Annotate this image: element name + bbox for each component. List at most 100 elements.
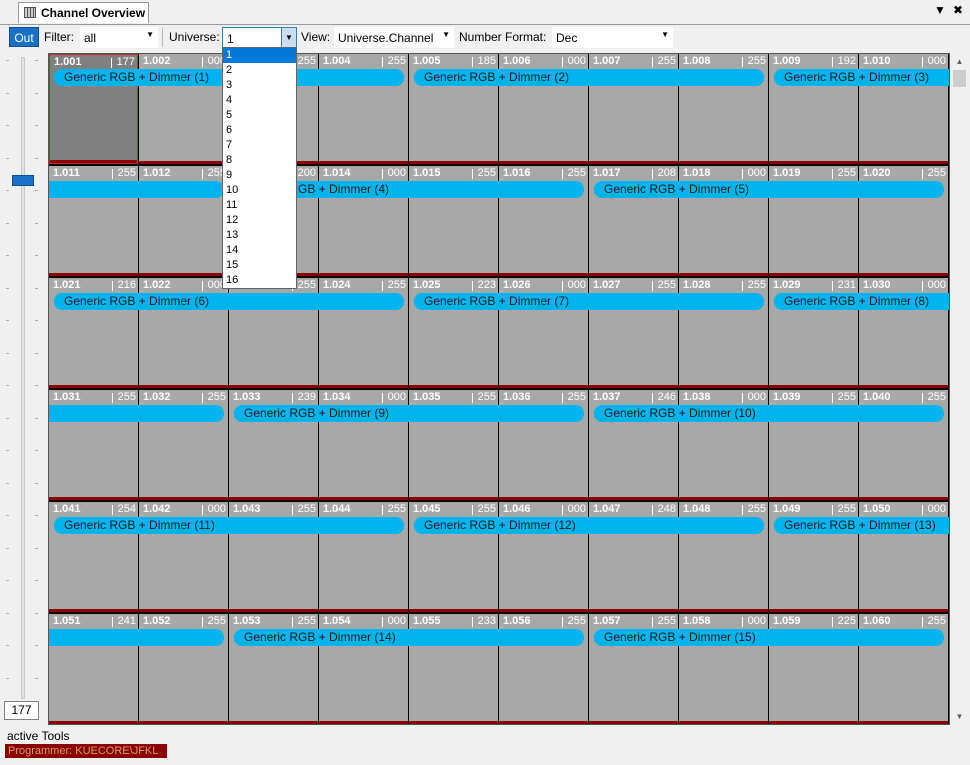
channel-header: 1.043 255 xyxy=(229,502,318,516)
channel-value-marker xyxy=(742,393,743,403)
channel-value-marker xyxy=(472,393,473,403)
channel-value: 241 xyxy=(117,615,136,627)
channel-value: 185 xyxy=(477,55,496,67)
fixture-bar[interactable]: Generic RGB + Dimmer (15) xyxy=(594,629,944,646)
channel-header: 1.004 255 xyxy=(319,54,408,68)
vertical-scrollbar[interactable]: ▲ ▼ xyxy=(951,53,968,725)
fixture-bar[interactable]: Generic RGB + Dimmer (3) xyxy=(774,69,949,86)
fader-tick xyxy=(6,385,9,386)
universe-option[interactable]: 13 xyxy=(223,228,296,243)
fader-tick xyxy=(6,320,9,321)
window-menu-chevron-icon[interactable]: ▼ xyxy=(933,3,947,19)
fader-tick xyxy=(35,255,38,256)
filter-label: Filter: xyxy=(44,30,74,44)
universe-option[interactable]: 8 xyxy=(223,153,296,168)
fixture-bar[interactable]: Generic RGB + Dimmer (6) xyxy=(54,293,404,310)
fixture-bar[interactable]: Generic RGB + Dimmer (7) xyxy=(414,293,764,310)
fixture-bar[interactable]: Generic RGB + Dimmer (12) xyxy=(414,517,764,534)
channel-header: 1.010 000 xyxy=(859,54,948,68)
channel-value-marker xyxy=(652,505,653,515)
fader-handle[interactable] xyxy=(12,174,34,186)
universe-select[interactable]: 1 ▼ xyxy=(222,27,297,48)
universe-option[interactable]: 2 xyxy=(223,63,296,78)
view-select[interactable]: Universe.Channel ▼ xyxy=(334,27,454,48)
scroll-up-icon[interactable]: ▲ xyxy=(951,53,968,70)
filter-select[interactable]: all ▼ xyxy=(80,27,158,48)
fader-value-field[interactable]: 177 xyxy=(4,701,39,720)
channel-level-bar xyxy=(319,273,408,276)
fader-tick xyxy=(6,547,9,549)
fixture-bar[interactable] xyxy=(49,405,224,422)
universe-option[interactable]: 3 xyxy=(223,78,296,93)
channel-header: 1.030 000 xyxy=(859,278,948,292)
fader-track[interactable] xyxy=(21,57,25,699)
fixture-bar[interactable]: Generic RGB + Dimmer (5) xyxy=(594,181,944,198)
channel-value-marker xyxy=(292,505,293,515)
channel-value-marker xyxy=(472,281,473,291)
channel-header: 1.057 255 xyxy=(589,614,678,628)
channel-id: 1.016 xyxy=(503,167,531,179)
channel-id: 1.060 xyxy=(863,615,891,627)
channel-header: 1.033 239 xyxy=(229,390,318,404)
channel-id: 1.042 xyxy=(143,503,171,515)
universe-option[interactable]: 10 xyxy=(223,183,296,198)
channel-id: 1.026 xyxy=(503,279,531,291)
universe-option[interactable]: 5 xyxy=(223,108,296,123)
channel-level-bar xyxy=(499,385,588,388)
fader-tick xyxy=(6,417,9,419)
universe-option[interactable]: 11 xyxy=(223,198,296,213)
universe-option[interactable]: 12 xyxy=(223,213,296,228)
tab-channel-overview[interactable]: Channel Overview xyxy=(18,2,149,23)
channel-value: 255 xyxy=(657,615,676,627)
fixture-bar[interactable]: Generic RGB + Dimmer (2) xyxy=(414,69,764,86)
fader-tick xyxy=(35,547,38,549)
fixture-bar[interactable]: Generic RGB + Dimmer (14) xyxy=(234,629,584,646)
channel-value: 200 xyxy=(297,167,316,179)
universe-dropdown-list[interactable]: 1 2 3 4 5 6 7 8 9 10 11 12 13 14 15 16 xyxy=(222,47,297,289)
universe-option[interactable]: 1 xyxy=(223,48,296,63)
channel-level-bar xyxy=(859,609,948,612)
scroll-thumb[interactable] xyxy=(953,70,966,87)
channel-value-marker xyxy=(472,505,473,515)
fixture-bar[interactable]: Generic RGB + Dimmer (8) xyxy=(774,293,949,310)
channel-value-marker xyxy=(202,281,203,291)
fader-tick xyxy=(35,482,38,484)
fixture-bar[interactable]: Generic RGB + Dimmer (11) xyxy=(54,517,404,534)
channel-level-bar xyxy=(769,385,858,388)
universe-option[interactable]: 6 xyxy=(223,123,296,138)
channel-header: 1.019 255 xyxy=(769,166,858,180)
channel-value-marker xyxy=(832,57,833,67)
fixture-bar[interactable] xyxy=(49,181,224,198)
channel-value: 255 xyxy=(567,391,586,403)
universe-option[interactable]: 9 xyxy=(223,168,296,183)
universe-option[interactable]: 14 xyxy=(223,243,296,258)
channel-id: 1.031 xyxy=(53,391,81,403)
channel-value-marker xyxy=(112,281,113,291)
channel-value: 000 xyxy=(387,615,406,627)
toolbar: Out Filter: all ▼ Universe: 1 ▼ View: Un… xyxy=(0,25,970,50)
number-format-select[interactable]: Dec ▼ xyxy=(552,27,673,48)
chevron-down-icon: ▼ xyxy=(442,30,450,39)
fixture-bar[interactable] xyxy=(49,629,224,646)
universe-option[interactable]: 7 xyxy=(223,138,296,153)
channel-level-bar xyxy=(589,273,678,276)
fixture-bar[interactable]: Generic RGB + Dimmer (13) xyxy=(774,517,949,534)
scroll-down-icon[interactable]: ▼ xyxy=(951,708,968,725)
fixture-bar[interactable]: Generic RGB + Dimmer (10) xyxy=(594,405,944,422)
close-icon[interactable]: ✖ xyxy=(951,3,965,19)
filter-value: all xyxy=(84,31,97,45)
channel-header: 1.032 255 xyxy=(139,390,228,404)
fixture-bar[interactable]: Generic RGB + Dimmer (9) xyxy=(234,405,584,422)
channel-header: 1.036 255 xyxy=(499,390,588,404)
channel-id: 1.045 xyxy=(413,503,441,515)
channel-id: 1.008 xyxy=(683,55,711,67)
chevron-down-icon[interactable]: ▼ xyxy=(281,28,296,47)
universe-option[interactable]: 15 xyxy=(223,258,296,273)
channel-value: 177 xyxy=(116,56,135,68)
fader-tick xyxy=(6,515,9,516)
universe-option[interactable]: 16 xyxy=(223,273,296,288)
universe-option[interactable]: 4 xyxy=(223,93,296,108)
channel-value: 000 xyxy=(927,503,946,515)
channel-value: 000 xyxy=(567,55,586,67)
out-button[interactable]: Out xyxy=(9,27,39,47)
